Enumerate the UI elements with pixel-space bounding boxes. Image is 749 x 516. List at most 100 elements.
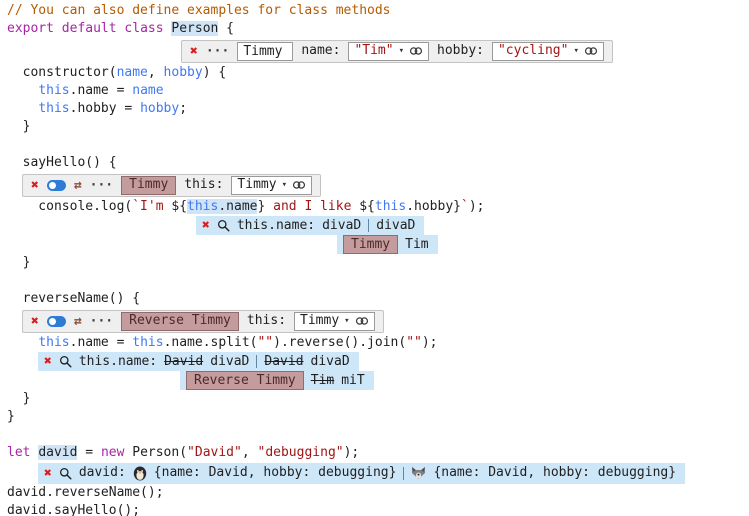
- punctuation: }: [7, 119, 30, 134]
- property-token: .hobby: [406, 199, 453, 214]
- link-icon[interactable]: [584, 46, 598, 56]
- string-token: "David": [187, 445, 242, 460]
- more-options-icon[interactable]: ···: [206, 45, 229, 58]
- sayhello-example-row: ✖ ⇄ ··· Timmy this: Timmy ▾: [22, 172, 749, 198]
- dropdown-value: Timmy: [300, 312, 339, 330]
- variable-token: hobby: [140, 101, 179, 116]
- code-token: ).reverse().join(: [273, 335, 406, 350]
- line-constructor-signature: constructor(name, hobby) {: [7, 64, 749, 82]
- compare-arrows-icon[interactable]: ⇄: [74, 179, 82, 192]
- code-token: .name =: [70, 335, 133, 350]
- keyword-default: default: [62, 21, 125, 36]
- result-old-value: David: [264, 353, 303, 371]
- keyword-export: export: [7, 21, 62, 36]
- line-close-brace: }: [7, 118, 749, 136]
- punctuation: =: [77, 445, 100, 460]
- magnifier-icon[interactable]: [59, 467, 72, 480]
- this-keyword: this: [38, 335, 69, 350]
- inline-result-strip: ✖ this.name: divaD divaD: [196, 216, 424, 235]
- magnifier-icon[interactable]: [217, 219, 230, 232]
- punctuation: ,: [148, 65, 164, 80]
- sayhello-example-widget: ✖ ⇄ ··· Timmy this: Timmy ▾: [22, 174, 321, 197]
- line-call-reversename: david.reverseName();: [7, 484, 749, 502]
- this-value-dropdown[interactable]: Timmy ▾: [231, 176, 312, 195]
- more-options-icon[interactable]: ···: [90, 315, 113, 328]
- line-close-brace: }: [7, 390, 749, 408]
- name-value-dropdown[interactable]: "Tim" ▾: [348, 42, 429, 61]
- property-token: .name: [218, 199, 257, 214]
- keyword-new: new: [101, 445, 132, 460]
- reversename-example-row: ✖ ⇄ ··· Reverse Timmy this: Timmy ▾: [22, 308, 749, 334]
- magnifier-icon[interactable]: [59, 355, 72, 368]
- line-call-sayhello: david.sayHello();: [7, 502, 749, 516]
- close-icon[interactable]: ✖: [31, 315, 39, 328]
- inline-result-strip: ✖ david: {name: David, hobby: debugging}…: [38, 463, 685, 484]
- sayhello-example-result-row: Timmy Tim: [337, 235, 749, 254]
- punctuation: }: [7, 409, 15, 424]
- punctuation: ;: [179, 101, 187, 116]
- this-value-dropdown[interactable]: Timmy ▾: [294, 312, 375, 331]
- result-old-value: Tim: [311, 372, 334, 390]
- this-label: this:: [247, 312, 286, 330]
- param-token: hobby: [164, 65, 203, 80]
- close-icon[interactable]: ✖: [190, 45, 198, 58]
- punctuation: ${: [359, 199, 375, 214]
- inline-result-strip: ✖ this.name: David divaD David divaD: [38, 352, 359, 371]
- hobby-value-dropdown[interactable]: "cycling" ▾: [492, 42, 604, 61]
- dropdown-value: "cycling": [498, 42, 568, 60]
- close-icon[interactable]: ✖: [202, 219, 210, 232]
- link-icon[interactable]: [355, 316, 369, 326]
- this-keyword: this: [132, 335, 163, 350]
- close-icon[interactable]: ✖: [44, 355, 52, 368]
- toggle-icon[interactable]: [47, 180, 66, 191]
- variable-token: name: [132, 83, 163, 98]
- reversename-example-widget: ✖ ⇄ ··· Reverse Timmy this: Timmy ▾: [22, 310, 384, 333]
- close-icon[interactable]: ✖: [44, 467, 52, 480]
- divider: [256, 355, 257, 368]
- link-icon[interactable]: [292, 180, 306, 190]
- blank-line: [7, 136, 749, 154]
- punctuation: ,: [242, 445, 258, 460]
- code-token: .name =: [70, 83, 133, 98]
- chevron-down-icon: ▾: [399, 42, 404, 60]
- david-result-row: ✖ david: {name: David, hobby: debugging}…: [38, 462, 749, 484]
- compare-arrows-icon[interactable]: ⇄: [74, 315, 82, 328]
- param-hobby-label: hobby:: [437, 42, 484, 60]
- sayhello-result-row: ✖ this.name: divaD divaD: [196, 216, 749, 235]
- punctuation: );: [469, 199, 485, 214]
- more-options-icon[interactable]: ···: [90, 179, 113, 192]
- string-token: "": [257, 335, 273, 350]
- line-reversename-signature: reverseName() {: [7, 290, 749, 308]
- punctuation: );: [422, 335, 438, 350]
- example-chip[interactable]: Timmy: [343, 235, 398, 254]
- link-icon[interactable]: [409, 46, 423, 56]
- string-token: and I like: [265, 199, 359, 214]
- divider: [403, 467, 404, 480]
- this-keyword: this: [375, 199, 406, 214]
- chevron-down-icon: ▾: [573, 42, 578, 60]
- line-assign-hobby: this.hobby = hobby;: [7, 100, 749, 118]
- inline-result-strip: Reverse Timmy Tim miT: [180, 371, 374, 390]
- penguin-avatar-icon: [133, 466, 147, 481]
- close-icon[interactable]: ✖: [31, 179, 39, 192]
- result-value: {name: David, hobby: debugging}: [433, 464, 676, 482]
- constructor-example-widget: ✖ ··· name: "Tim" ▾ hobby: "cycling" ▾: [181, 40, 613, 63]
- line-reverse-assignment: this.name = this.name.split("").reverse(…: [7, 334, 749, 352]
- result-value: {name: David, hobby: debugging}: [154, 464, 397, 482]
- example-chip[interactable]: Reverse Timmy: [121, 312, 239, 331]
- string-token: "debugging": [258, 445, 344, 460]
- punctuation: );: [344, 445, 360, 460]
- line-class-declaration: export default class Person {: [7, 20, 749, 38]
- string-token: `: [461, 199, 469, 214]
- result-new-value: divaD: [210, 353, 249, 371]
- example-name-input[interactable]: [237, 42, 293, 61]
- toggle-icon[interactable]: [47, 316, 66, 327]
- this-keyword: this: [187, 199, 218, 214]
- punctuation: }: [7, 255, 30, 270]
- punctuation: ) {: [203, 65, 226, 80]
- line-assign-name: this.name = name: [7, 82, 749, 100]
- code-token: Person(: [132, 445, 187, 460]
- example-chip[interactable]: Timmy: [121, 176, 176, 195]
- code-token: .hobby =: [70, 101, 140, 116]
- example-chip[interactable]: Reverse Timmy: [186, 371, 304, 390]
